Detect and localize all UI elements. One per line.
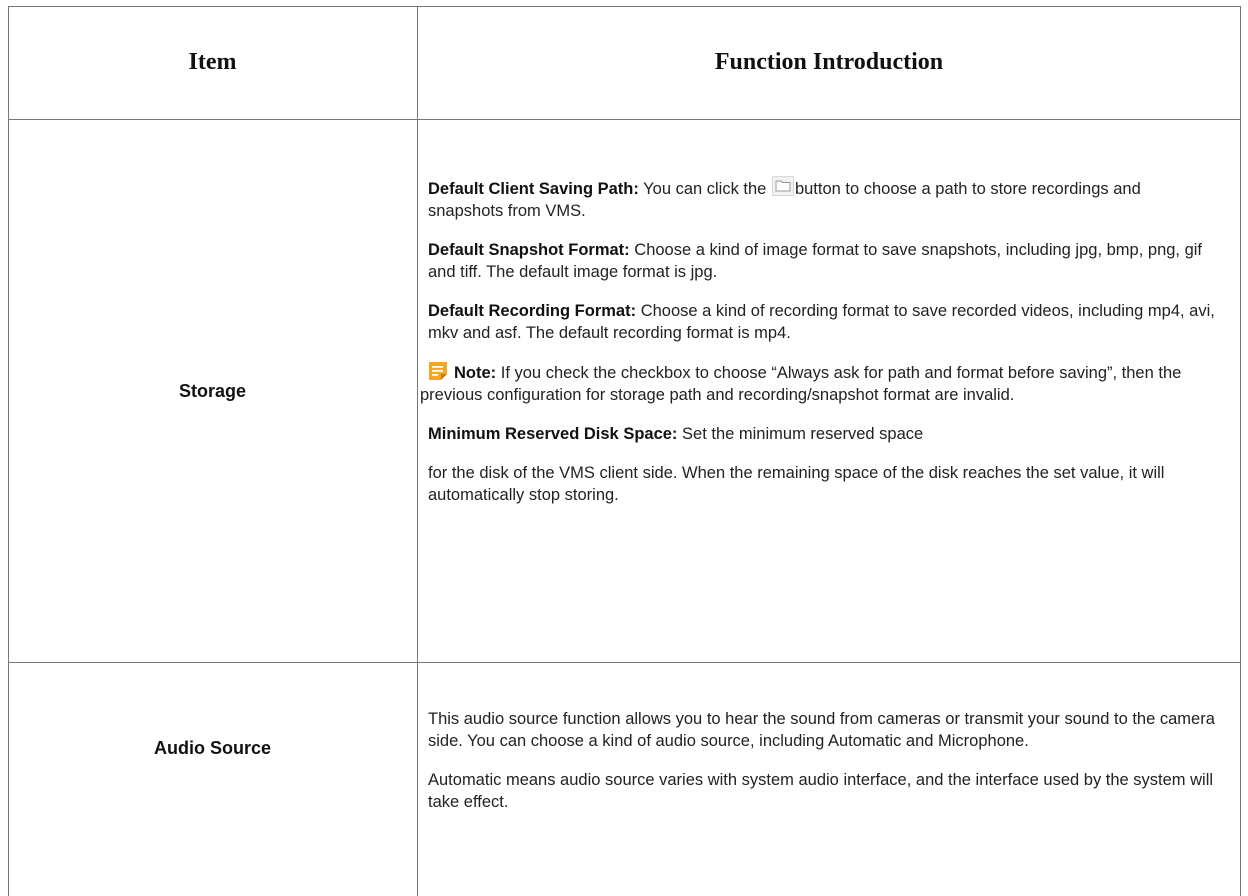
note-text: If you check the checkbox to choose “Alw… <box>420 364 1182 404</box>
audio-source-description: This audio source function allows you to… <box>428 708 1218 830</box>
disk-space-text: Set the minimum reserved space <box>677 425 924 443</box>
audio-paragraph-2: Automatic means audio source varies with… <box>428 771 1214 811</box>
saving-path-label: Default Client Saving Path: <box>428 180 639 198</box>
table-right-border <box>1240 6 1241 896</box>
header-function-introduction: Function Introduction <box>714 49 944 75</box>
disk-space-label: Minimum Reserved Disk Space: <box>428 425 678 443</box>
row-label-audio-source: Audio Source <box>153 737 271 758</box>
note-icon <box>428 361 448 381</box>
snapshot-format-paragraph: Default Snapshot Format: Choose a kind o… <box>428 239 1218 283</box>
note-paragraph: Note: If you check the checkbox to choos… <box>420 361 1218 406</box>
row-label-storage: Storage <box>178 380 247 401</box>
snapshot-format-label: Default Snapshot Format: <box>428 241 630 259</box>
saving-path-paragraph: Default Client Saving Path: You can clic… <box>428 176 1218 222</box>
recording-format-paragraph: Default Recording Format: Choose a kind … <box>428 300 1218 344</box>
note-label: Note: <box>454 364 497 382</box>
recording-format-label: Default Recording Format: <box>428 302 637 320</box>
disk-space-paragraph-2: for the disk of the VMS client side. Whe… <box>428 464 1165 504</box>
storage-description: Default Client Saving Path: You can clic… <box>420 176 1218 523</box>
folder-icon[interactable] <box>771 176 794 196</box>
header-item: Item <box>188 49 237 75</box>
audio-paragraph-1: This audio source function allows you to… <box>428 710 1215 750</box>
disk-space-paragraph: Minimum Reserved Disk Space: Set the min… <box>428 423 1218 445</box>
column-divider <box>417 6 418 896</box>
saving-path-text: You can click the <box>638 180 771 198</box>
